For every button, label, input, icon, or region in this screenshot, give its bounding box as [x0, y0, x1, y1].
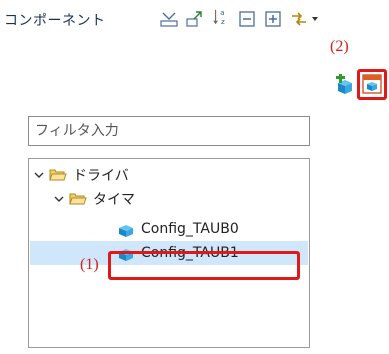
chevron-down-icon[interactable] [310, 14, 320, 24]
svg-text:z: z [221, 17, 225, 26]
expand-icon[interactable] [186, 10, 204, 28]
chevron-down-icon[interactable] [53, 193, 65, 205]
panel-title: コンポーネント [4, 13, 106, 29]
open-component-icon[interactable] [362, 74, 382, 94]
collapse-icon[interactable] [238, 10, 256, 28]
annotation-label-1: (1) [80, 256, 99, 273]
folder-open-icon [49, 169, 67, 181]
annotation-label-2: (2) [330, 38, 349, 55]
svg-text:a: a [220, 8, 224, 17]
chevron-down-icon[interactable] [33, 169, 45, 181]
config-taub1-highlight [108, 251, 300, 280]
collapse-all-icon[interactable] [160, 10, 178, 28]
add-component-icon[interactable] [334, 74, 356, 96]
filter-input[interactable] [28, 116, 310, 146]
tree-item-label: タイマ [93, 192, 135, 208]
tree-item-label: ドライバ [73, 168, 129, 184]
link-icon[interactable] [290, 10, 308, 28]
component-cube-icon [119, 225, 133, 237]
tree-item-timer[interactable]: タイマ [53, 187, 135, 211]
expand-all-icon[interactable] [264, 10, 282, 28]
folder-open-icon [69, 193, 87, 205]
sort-az-icon[interactable]: a z [212, 8, 230, 26]
tree-item-label: Config_TAUB0 [141, 221, 239, 237]
tree-item-driver[interactable]: ドライバ [33, 163, 129, 187]
tree-item-config-taub0[interactable]: Config_TAUB0 [117, 217, 239, 241]
